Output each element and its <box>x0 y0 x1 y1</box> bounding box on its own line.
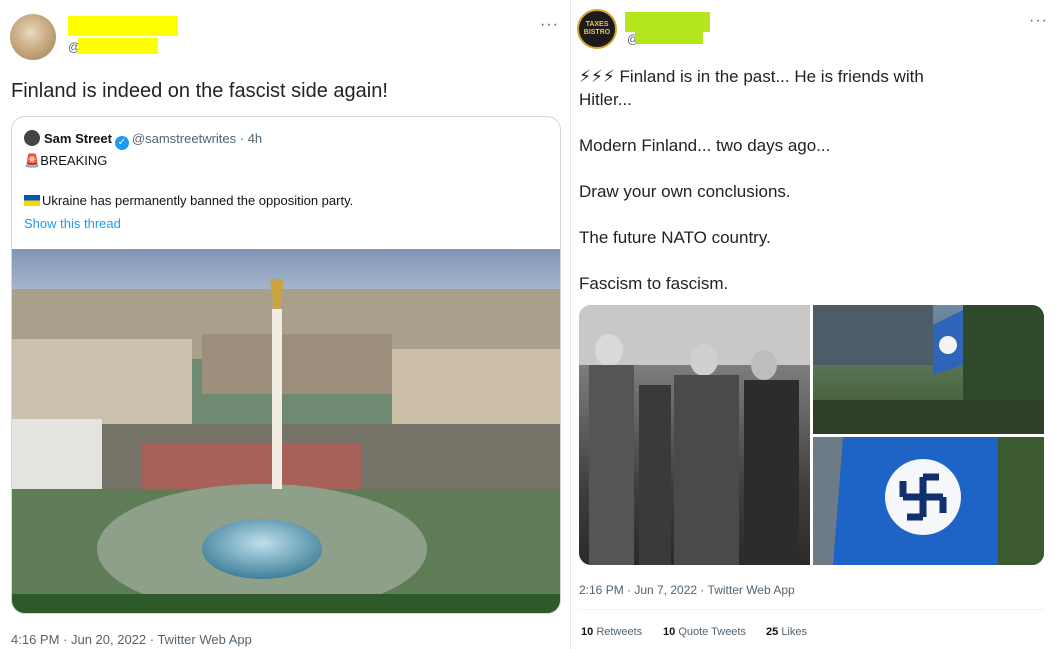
maidan-illustration <box>12 249 560 613</box>
redacted-name <box>68 16 178 36</box>
likes-label: Likes <box>781 626 807 638</box>
more-options-icon[interactable]: ··· <box>540 16 559 34</box>
tweet-text: Finland is indeed on the fascist side ag… <box>11 80 388 102</box>
breaking-text: BREAKING <box>40 153 108 168</box>
quote-avatar <box>24 130 40 146</box>
verified-badge-icon: ✓ <box>114 136 129 150</box>
retweets-stat[interactable]: 10 Retweets <box>581 626 642 638</box>
avatar-logo-text: TAXES BISTRO <box>583 21 611 36</box>
retweets-label: Retweets <box>596 626 643 638</box>
quote-image-kyiv-maidan[interactable] <box>12 249 560 613</box>
redacted-handle <box>635 28 703 44</box>
photo-flag-closeup[interactable] <box>813 437 1044 565</box>
tweet-line-5: The future NATO country. <box>579 228 771 247</box>
quote-time: 4h <box>247 131 263 146</box>
photo-parade-flags[interactable] <box>813 305 1044 434</box>
photo-historical-bw[interactable] <box>579 305 810 565</box>
divider <box>579 609 1044 610</box>
tweet-line-6: Fascism to fascism. <box>579 274 729 293</box>
quote-text-line: Ukraine has permanently banned the oppos… <box>24 193 353 208</box>
tweet-left: @ ··· Finland is indeed on the fascist s… <box>0 0 570 649</box>
quotes-count: 10 <box>663 626 676 638</box>
parade-illustration <box>813 305 1044 434</box>
tweet-timestamp[interactable]: 2:16 PM · Jun 7, 2022 · Twitter Web App <box>579 583 795 597</box>
flag-closeup-illustration <box>813 437 1044 565</box>
quote-tweet-card[interactable]: Sam Street ✓ @samstreetwrites · 4h 🚨BREAKI… <box>11 116 561 614</box>
tweet-line-3: Modern Finland... two days ago... <box>579 136 831 155</box>
likes-count: 25 <box>766 626 779 638</box>
siren-icon: 🚨 <box>24 153 41 168</box>
retweets-count: 10 <box>581 626 594 638</box>
likes-stat[interactable]: 25 Likes <box>766 626 807 638</box>
show-thread-link[interactable]: Show this thread <box>24 216 121 231</box>
flag-ukraine-icon <box>24 195 40 206</box>
quote-header: Sam Street ✓ @samstreetwrites · 4h <box>24 130 262 150</box>
breaking-line: 🚨BREAKING <box>24 153 107 169</box>
photo-grid <box>579 305 1044 565</box>
bw-group-illustration <box>579 305 810 565</box>
avatar[interactable]: TAXES BISTRO <box>577 9 617 49</box>
tweet-line-1: ⚡⚡⚡ Finland is in the past... He is frie… <box>579 67 924 86</box>
redacted-handle <box>78 38 158 54</box>
quote-tweets-stat[interactable]: 10 Quote Tweets <box>663 626 746 638</box>
tweet-right: TAXES BISTRO @ ··· ⚡⚡⚡ Finland is in the… <box>570 0 1055 649</box>
tweet-line-4: Draw your own conclusions. <box>579 182 791 201</box>
more-options-icon[interactable]: ··· <box>1029 12 1048 30</box>
quote-author-handle: @samstreetwrites <box>131 131 237 146</box>
avatar[interactable] <box>10 14 56 60</box>
quote-text: Ukraine has permanently banned the oppos… <box>42 193 354 208</box>
tweet-timestamp[interactable]: 4:16 PM · Jun 20, 2022 · Twitter Web App <box>11 632 252 647</box>
tweet-line-2: Hitler... <box>579 90 632 109</box>
quotes-label: Quote Tweets <box>678 626 746 638</box>
quote-author-name: Sam Street <box>44 131 112 146</box>
